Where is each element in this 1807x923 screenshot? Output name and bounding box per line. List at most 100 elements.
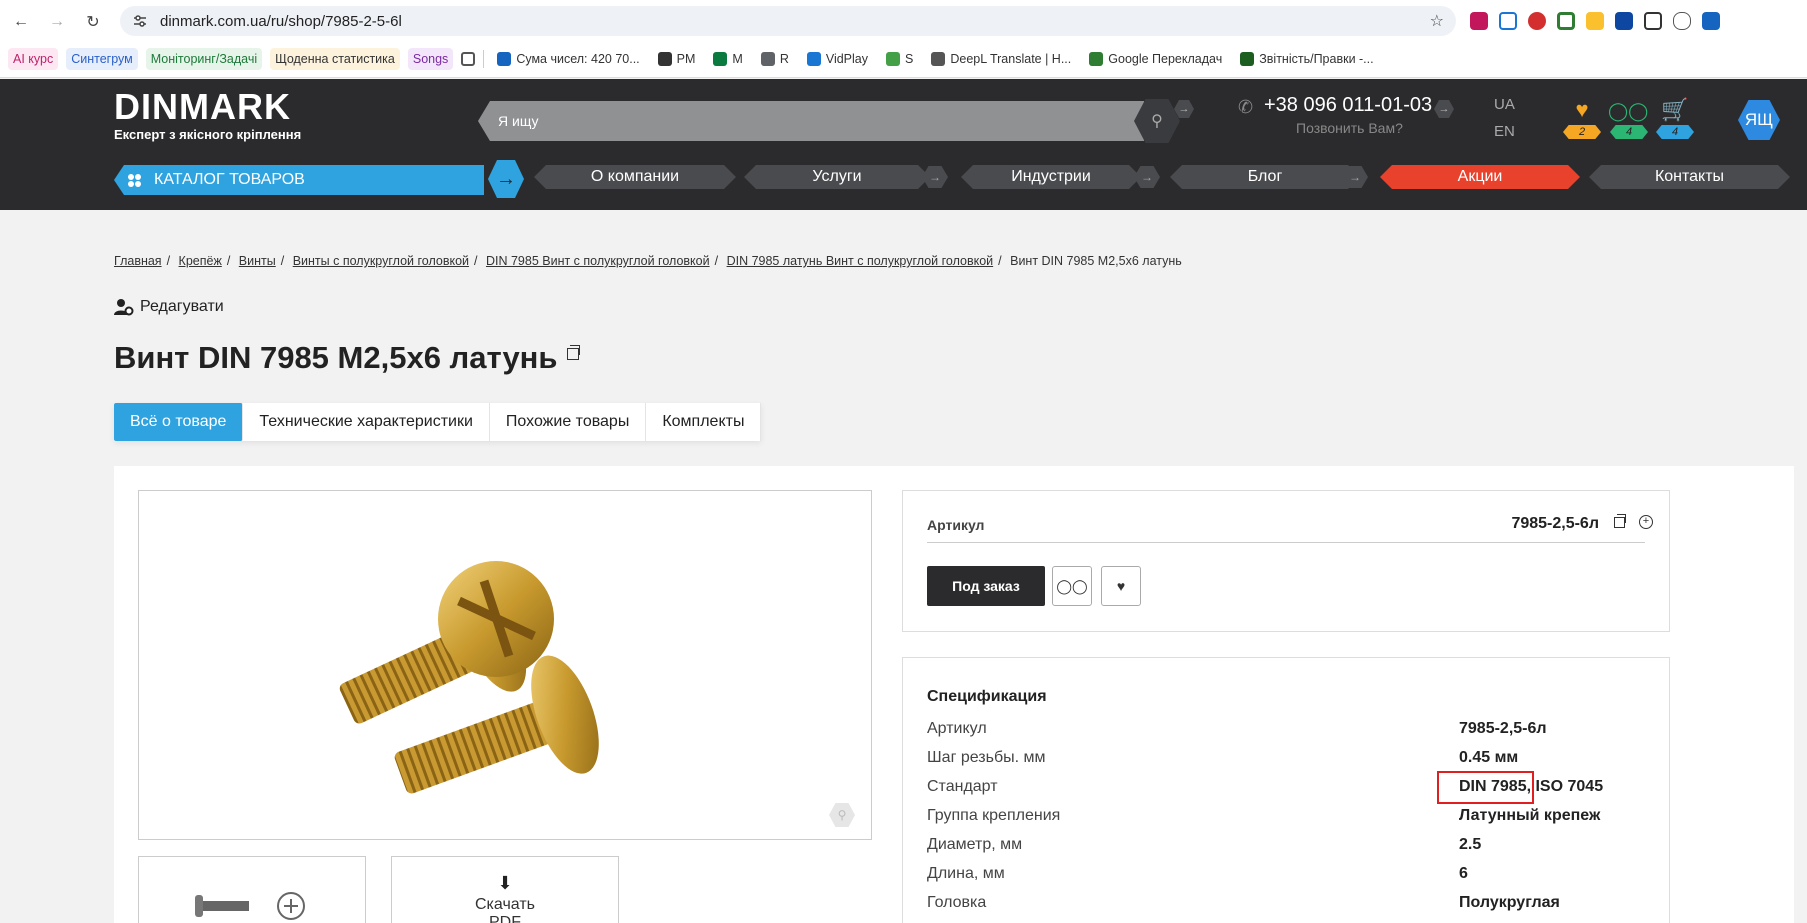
back-icon[interactable]: ← <box>8 9 34 35</box>
url-text[interactable]: dinmark.com.ua/ru/shop/7985-2-5-6l <box>160 13 402 30</box>
extension-icon[interactable] <box>1557 12 1575 30</box>
spec-key: Стандарт <box>927 778 998 795</box>
bookmark-item[interactable]: DeepL Translate | H... <box>926 48 1076 70</box>
bookmark-label: Songs <box>412 52 449 66</box>
catalog-button[interactable]: КАТАЛОГ ТОВАРОВ <box>114 165 484 195</box>
copy-icon[interactable] <box>567 345 581 360</box>
menu-contacts[interactable]: Контакты <box>1589 165 1790 189</box>
bookmark-label: AI курс <box>13 52 54 66</box>
divider <box>483 50 485 68</box>
bookmark-item[interactable]: AI курс <box>8 48 59 70</box>
bookmark-item[interactable]: Синтегрум <box>66 48 138 70</box>
extension-icon[interactable] <box>1470 12 1488 30</box>
bookmark-favicon-icon <box>931 52 946 66</box>
bookmark-item[interactable]: Щоденна статистика <box>270 48 400 70</box>
spec-key: Длина, мм <box>927 865 1005 882</box>
breadcrumb-link[interactable]: Винты <box>239 254 276 268</box>
menu-services[interactable]: Услуги <box>744 165 930 189</box>
bookmark-item[interactable]: Songs <box>407 48 454 70</box>
cloud-icon[interactable] <box>1673 12 1691 30</box>
bookmark-label: M <box>732 52 743 66</box>
bookmark-item[interactable]: PM <box>653 48 701 70</box>
bookmark-favicon-icon <box>760 52 775 66</box>
search-input[interactable]: Я ищу <box>478 101 1144 141</box>
spec-value: Полукруглая <box>1459 894 1560 911</box>
thumbnail-strip[interactable] <box>138 856 366 923</box>
bookmark-item[interactable]: VidPlay <box>802 48 873 70</box>
breadcrumb: Главная / Крепёж / Винты / Винты с полукруг… <box>114 254 1182 268</box>
edit-label: Редагувати <box>140 298 224 315</box>
user-gear-icon <box>114 299 134 316</box>
cart-icon[interactable]: 🛒 <box>1655 97 1695 123</box>
arrow-right-icon: → <box>922 166 948 188</box>
spec-key: Головка <box>927 894 987 911</box>
bookmark-label: Google Перекладач <box>1108 52 1223 66</box>
extension-icon[interactable] <box>1702 12 1720 30</box>
bookmark-item[interactable]: Моніторинг/Задачі <box>145 48 263 70</box>
lang-en[interactable]: EN <box>1494 123 1515 140</box>
phone-icon: ✆ <box>1238 97 1254 117</box>
logo-text: DINMARK <box>114 86 291 127</box>
bookmark-label: DeepL Translate | H... <box>950 52 1072 66</box>
logo[interactable]: DINMARK Експерт з якісного кріплення <box>114 86 301 143</box>
tab-overview[interactable]: Всё о товаре <box>114 403 244 441</box>
search-placeholder: Я ищу <box>498 113 539 129</box>
copy-icon[interactable] <box>1614 514 1626 528</box>
product-image[interactable]: ⚲ <box>138 490 872 840</box>
bookmark-item[interactable]: S <box>881 48 918 70</box>
address-bar[interactable]: dinmark.com.ua/ru/shop/7985-2-5-6l ☆ <box>120 6 1456 36</box>
favorite-button[interactable]: ♥ <box>1101 566 1141 606</box>
extension-icon[interactable] <box>1644 12 1662 30</box>
compare-button[interactable]: ◯◯ <box>1052 566 1092 606</box>
bookmark-item[interactable]: Google Перекладач <box>1084 48 1227 70</box>
catalog-arrow-icon[interactable]: → <box>488 160 524 198</box>
menu-about[interactable]: О компании <box>534 165 736 189</box>
bookmark-item[interactable]: R <box>756 48 794 70</box>
catalog-label: КАТАЛОГ ТОВАРОВ <box>154 171 305 188</box>
breadcrumb-link[interactable]: DIN 7985 Винт с полукруглой головкой <box>486 254 710 268</box>
menu-industries[interactable]: Индустрии <box>961 165 1141 189</box>
apps-grid-icon[interactable] <box>461 52 476 66</box>
download-pdf-button[interactable]: ⬇ Скачать PDF <box>391 856 619 923</box>
bookmark-item[interactable]: Сума чисел: 420 70... <box>492 48 644 70</box>
bookmark-favicon-icon <box>713 52 728 66</box>
phone-number[interactable]: +38 096 011-01-03 <box>1264 94 1432 117</box>
compare-icon[interactable]: ◯◯ <box>1608 101 1648 122</box>
bookmark-favicon-icon <box>497 52 512 66</box>
menu-promo[interactable]: Акции <box>1380 165 1580 189</box>
bookmark-item[interactable]: M <box>708 48 747 70</box>
bookmark-favicon-icon <box>1089 52 1104 66</box>
site-settings-icon[interactable] <box>132 13 148 29</box>
breadcrumb-link[interactable]: DIN 7985 латунь Винт с полукруглой голов… <box>727 254 994 268</box>
avatar[interactable]: ЯЩ <box>1738 100 1780 140</box>
bookmark-favicon-icon <box>886 52 901 66</box>
bookmark-label: Щоденна статистика <box>275 52 395 66</box>
spec-key: Артикул <box>927 720 987 737</box>
spec-value: 0.45 мм <box>1459 749 1519 766</box>
bookmark-item[interactable]: Звітність/Правки -... <box>1235 48 1378 70</box>
menu-blog[interactable]: Блог <box>1170 165 1360 189</box>
edit-link[interactable]: Редагувати <box>114 298 224 316</box>
lang-ua[interactable]: UA <box>1494 96 1515 113</box>
breadcrumb-link[interactable]: Винты с полукруглой головкой <box>293 254 469 268</box>
product-title: Винт DIN 7985 M2,5x6 латунь <box>114 340 558 375</box>
bookmark-label: PM <box>676 52 696 66</box>
tab-specs[interactable]: Технические характеристики <box>243 403 490 441</box>
reload-icon[interactable]: ↻ <box>80 9 106 35</box>
breadcrumb-link[interactable]: Главная <box>114 254 162 268</box>
extension-icon[interactable] <box>1586 12 1604 30</box>
heart-icon[interactable]: ♥ <box>1562 97 1602 123</box>
forward-icon[interactable]: → <box>44 9 70 35</box>
extension-icon[interactable] <box>1528 12 1546 30</box>
bookmark-star-icon[interactable]: ☆ <box>1430 11 1444 31</box>
extension-icon[interactable] <box>1499 12 1517 30</box>
tab-similar[interactable]: Похожие товары <box>490 403 647 441</box>
tab-kits[interactable]: Комплекты <box>646 403 762 441</box>
bookmark-favicon-icon <box>1240 52 1255 66</box>
breadcrumb-link[interactable]: Крепёж <box>179 254 222 268</box>
callback-link[interactable]: Позвонить Вам? <box>1296 120 1403 136</box>
plus-circle-icon[interactable]: + <box>1639 515 1653 529</box>
spec-row: Шаг резьбы. мм 0.45 мм <box>927 749 1647 778</box>
extension-icon[interactable] <box>1615 12 1633 30</box>
order-button[interactable]: Под заказ <box>927 566 1045 606</box>
